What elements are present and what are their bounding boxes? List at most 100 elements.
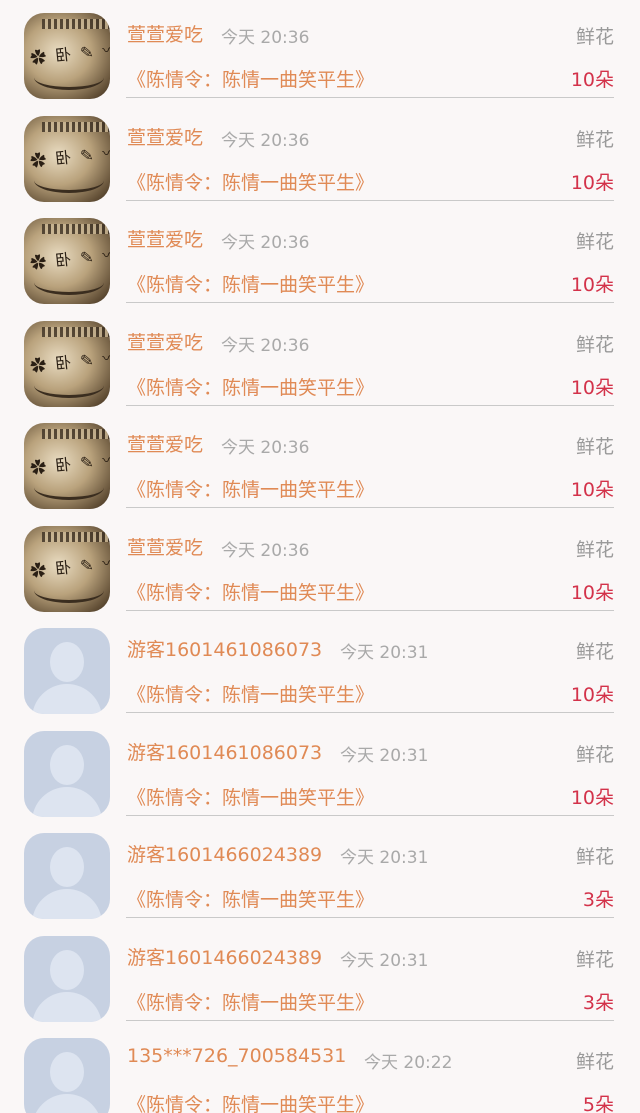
user-name[interactable]: 萱萱爱吃 xyxy=(127,533,203,560)
book-title-link[interactable]: 《陈情令：陈情一曲笑平生》 xyxy=(127,578,374,605)
swirl-decoration xyxy=(34,373,104,398)
book-title-link[interactable]: 《陈情令：陈情一曲笑平生》 xyxy=(127,988,374,1015)
row-divider xyxy=(126,1019,614,1021)
gift-record-row[interactable]: ✿ 卧 ✎ 〰萱萱爱吃 今天 20:36 鲜花 《陈情令：陈情一曲笑平生》 10朵 xyxy=(0,103,640,206)
gift-type-label: 鲜花 xyxy=(575,333,614,356)
gift-type-label: 鲜花 xyxy=(575,436,614,458)
gift-record-row[interactable]: 游客1601466024389 今天 20:31 鲜花《陈情令：陈情一曲笑平生》 3朵 xyxy=(0,923,640,1026)
gift-type-label: 鲜花 xyxy=(575,641,614,663)
gift-count: 10朵 xyxy=(570,581,614,604)
row-divider xyxy=(126,97,614,98)
book-title-link[interactable]: 《陈情令：陈情一曲笑平生》 xyxy=(127,373,374,400)
avatar-head-shape xyxy=(50,1052,84,1092)
row-divider xyxy=(126,302,614,303)
user-name[interactable]: 萱萱爱吃 xyxy=(127,430,203,457)
user-name[interactable]: 游客1601466024389 xyxy=(127,840,322,867)
user-name[interactable]: 萱萱爱吃 xyxy=(127,225,203,252)
default-avatar-icon[interactable] xyxy=(24,833,110,919)
swirl-decoration xyxy=(34,475,104,500)
book-title-link[interactable]: 《陈情令：陈情一曲笑平生》 xyxy=(127,168,374,195)
gift-type-label: 鲜花 xyxy=(575,538,614,561)
row-divider xyxy=(126,917,614,918)
gift-count: 10朵 xyxy=(570,274,614,296)
gift-count: 10朵 xyxy=(570,376,614,399)
gift-count: 10朵 xyxy=(570,786,614,809)
row-divider xyxy=(126,609,614,611)
gift-type-label: 鲜花 xyxy=(575,948,614,971)
film-strip-decoration xyxy=(42,429,110,439)
book-title-link[interactable]: 《陈情令：陈情一曲笑平生》 xyxy=(127,680,374,707)
user-avatar[interactable]: ✿ 卧 ✎ 〰 xyxy=(24,525,110,612)
user-name[interactable]: 萱萱爱吃 xyxy=(127,123,203,150)
timestamp: 今天 20:31 xyxy=(340,745,429,766)
avatar-head-shape xyxy=(50,744,84,785)
avatar-head-shape xyxy=(50,949,84,990)
book-title-link[interactable]: 《陈情令：陈情一曲笑平生》 xyxy=(127,783,374,810)
user-avatar[interactable]: ✿ 卧 ✎ 〰 xyxy=(24,218,110,304)
gift-type-label: 鲜花 xyxy=(575,26,614,48)
avatar-shoulders-shape xyxy=(32,1094,102,1113)
book-title-link[interactable]: 《陈情令：陈情一曲笑平生》 xyxy=(127,65,374,92)
avatar-head-shape xyxy=(50,847,84,887)
user-avatar[interactable]: ✿ 卧 ✎ 〰 xyxy=(24,423,110,509)
row-divider xyxy=(126,404,614,406)
gift-count: 3朵 xyxy=(582,991,614,1014)
default-avatar-icon[interactable] xyxy=(24,730,110,817)
avatar-shoulders-shape xyxy=(32,684,102,714)
book-title-link[interactable]: 《陈情令：陈情一曲笑平生》 xyxy=(127,885,374,912)
user-name[interactable]: 游客1601461086073 xyxy=(127,635,322,662)
gift-count: 5朵 xyxy=(582,1094,614,1113)
user-avatar[interactable]: ✿ 卧 ✎ 〰 xyxy=(24,320,110,407)
user-name[interactable]: 游客1601466024389 xyxy=(127,943,322,970)
user-name[interactable]: 游客1601461086073 xyxy=(127,738,322,765)
row-divider xyxy=(126,712,614,713)
timestamp: 今天 20:36 xyxy=(221,233,310,253)
timestamp: 今天 20:36 xyxy=(221,28,310,48)
swirl-decoration xyxy=(34,168,104,193)
gift-count: 10朵 xyxy=(570,171,614,194)
gift-record-row[interactable]: 游客1601466024389 今天 20:31 鲜花《陈情令：陈情一曲笑平生》 3朵 xyxy=(0,820,640,923)
gift-type-label: 鲜花 xyxy=(575,231,614,253)
timestamp: 今天 20:31 xyxy=(340,950,429,971)
user-name[interactable]: 135***726_700584531 xyxy=(127,1045,346,1067)
film-strip-decoration xyxy=(42,121,110,132)
user-name[interactable]: 萱萱爱吃 xyxy=(127,328,203,355)
gift-record-row[interactable]: 游客1601461086073 今天 20:31 鲜花《陈情令：陈情一曲笑平生》 10… xyxy=(0,718,640,821)
gift-record-row[interactable]: ✿ 卧 ✎ 〰萱萱爱吃 今天 20:36 鲜花 《陈情令：陈情一曲笑平生》 10朵 xyxy=(0,513,640,616)
timestamp: 今天 20:36 xyxy=(221,335,310,356)
gift-record-row[interactable]: 游客1601461086073 今天 20:31 鲜花 《陈情令：陈情一曲笑平生》 10… xyxy=(0,615,640,718)
gift-record-list: ✿ 卧 ✎ 〰萱萱爱吃 今天 20:36 鲜花 《陈情令：陈情一曲笑平生》 10朵 ✿ 卧… xyxy=(0,0,640,1113)
timestamp: 今天 20:36 xyxy=(221,438,310,458)
default-avatar-icon[interactable] xyxy=(24,628,110,714)
gift-type-label: 鲜花 xyxy=(575,128,614,151)
swirl-decoration xyxy=(34,578,104,603)
swirl-decoration xyxy=(34,65,104,90)
gift-record-row[interactable]: 135***726_700584531 今天 20:22 鲜花 《陈情令：陈情一曲笑平… xyxy=(0,1025,640,1113)
user-avatar[interactable]: ✿ 卧 ✎ 〰 xyxy=(24,13,110,99)
book-title-link[interactable]: 《陈情令：陈情一曲笑平生》 xyxy=(127,475,374,502)
avatar-head-shape xyxy=(50,642,84,682)
user-avatar[interactable]: ✿ 卧 ✎ 〰 xyxy=(24,115,110,202)
default-avatar-icon[interactable] xyxy=(24,1038,110,1113)
user-name[interactable]: 萱萱爱吃 xyxy=(127,20,203,47)
gift-count: 3朵 xyxy=(582,889,614,911)
gift-count: 10朵 xyxy=(570,69,614,91)
book-title-link[interactable]: 《陈情令：陈情一曲笑平生》 xyxy=(127,270,374,297)
swirl-decoration xyxy=(34,270,104,295)
gift-type-label: 鲜花 xyxy=(575,846,614,868)
gift-record-row[interactable]: ✿ 卧 ✎ 〰萱萱爱吃 今天 20:36 鲜花《陈情令：陈情一曲笑平生》 10朵 xyxy=(0,0,640,103)
gift-record-row[interactable]: ✿ 卧 ✎ 〰萱萱爱吃 今天 20:36 鲜花 《陈情令：陈情一曲笑平生》 10朵 xyxy=(0,410,640,513)
default-avatar-icon[interactable] xyxy=(24,935,110,1022)
film-strip-decoration xyxy=(42,224,110,234)
gift-record-row[interactable]: ✿ 卧 ✎ 〰萱萱爱吃 今天 20:36 鲜花《陈情令：陈情一曲笑平生》 10朵 xyxy=(0,308,640,411)
avatar-shoulders-shape xyxy=(32,991,102,1022)
row-divider xyxy=(126,507,614,508)
gift-record-row[interactable]: ✿ 卧 ✎ 〰萱萱爱吃 今天 20:36 鲜花《陈情令：陈情一曲笑平生》 10朵 xyxy=(0,205,640,308)
timestamp: 今天 20:31 xyxy=(340,848,429,868)
book-title-link[interactable]: 《陈情令：陈情一曲笑平生》 xyxy=(127,1090,374,1113)
gift-type-label: 鲜花 xyxy=(575,743,614,766)
film-strip-decoration xyxy=(42,326,110,337)
gift-type-label: 鲜花 xyxy=(575,1051,614,1073)
film-strip-decoration xyxy=(42,531,110,542)
timestamp: 今天 20:31 xyxy=(340,643,429,663)
